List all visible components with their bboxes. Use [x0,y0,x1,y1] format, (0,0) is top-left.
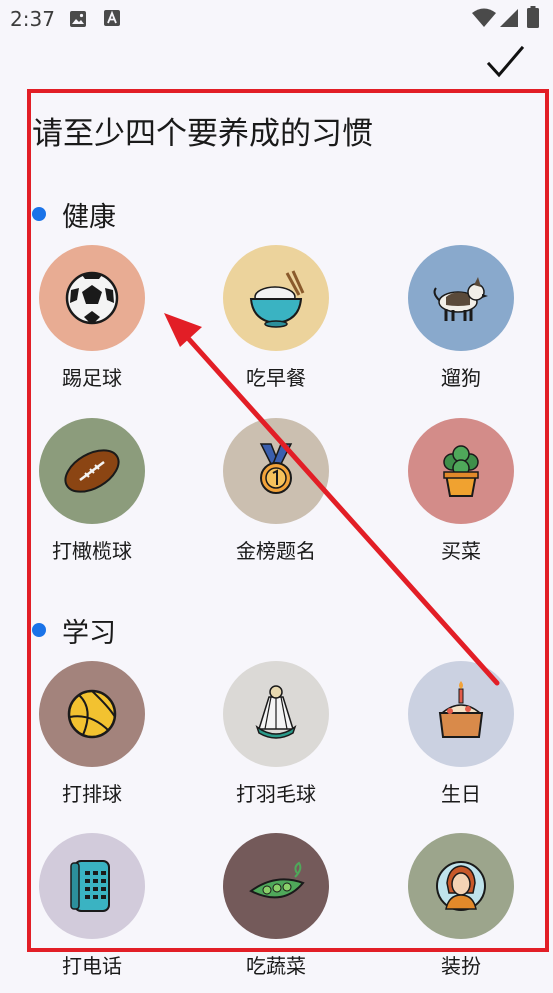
habit-item-badminton[interactable]: 打羽毛球 [201,661,351,821]
soccer-ball-icon [39,245,145,351]
habit-label: 买菜 [441,539,481,563]
habit-item-birthday[interactable]: 生日 [386,661,536,821]
wifi-icon [472,8,496,32]
habit-label: 金榜题名 [236,539,316,563]
medal-icon [223,418,329,524]
habit-item-soccer[interactable]: 踢足球 [17,245,167,405]
confirm-button[interactable] [484,44,526,82]
font-icon [104,10,120,30]
habit-label: 打电话 [62,954,122,978]
section-label: 健康 [62,202,116,233]
habit-label: 打橄榄球 [52,539,132,563]
status-bar: 2:37 [0,0,553,38]
habit-label: 踢足球 [62,366,122,390]
habit-item-volleyball[interactable]: 打排球 [17,661,167,821]
page-title: 请至少四个要养成的习惯 [32,116,373,152]
habit-item-groceries[interactable]: 买菜 [386,418,536,578]
cake-icon [408,661,514,767]
habit-label: 装扮 [441,954,481,978]
shuttlecock-icon [223,661,329,767]
habit-item-walk-dog[interactable]: 遛狗 [386,245,536,405]
habit-label: 打排球 [62,782,122,806]
habit-item-phone-call[interactable]: 打电话 [17,833,167,993]
portrait-icon [408,833,514,939]
peas-icon [223,833,329,939]
volleyball-icon [39,661,145,767]
dog-icon [408,245,514,351]
habit-item-dress-up[interactable]: 装扮 [386,833,536,993]
section-bullet [32,207,46,221]
check-icon [486,45,525,78]
battery-icon [527,6,539,32]
habit-item-rugby[interactable]: 打橄榄球 [17,418,167,578]
habit-item-vegetables[interactable]: 吃蔬菜 [201,833,351,993]
habit-item-exam[interactable]: 金榜题名 [201,418,351,578]
habit-label: 遛狗 [441,366,481,390]
section-bullet [32,623,46,637]
football-icon [39,418,145,524]
habit-label: 生日 [441,782,481,806]
habit-item-breakfast[interactable]: 吃早餐 [201,245,351,405]
signal-icon [499,8,519,32]
potted-plant-icon [408,418,514,524]
status-time: 2:37 [10,7,55,31]
habit-label: 打羽毛球 [236,782,316,806]
habit-label: 吃早餐 [246,366,306,390]
rice-bowl-icon [223,245,329,351]
section-label: 学习 [62,618,116,649]
habit-label: 吃蔬菜 [246,954,306,978]
telephone-icon [39,833,145,939]
image-icon [69,10,87,32]
